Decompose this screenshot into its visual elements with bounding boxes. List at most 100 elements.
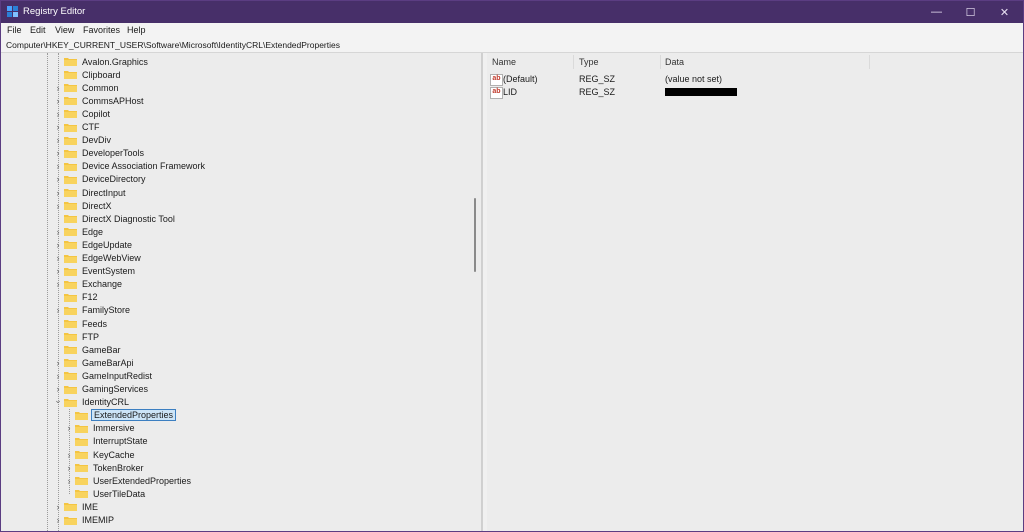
tree-node[interactable]: › Device Association Framework (53, 160, 207, 173)
expand-chevron-icon[interactable]: › (53, 384, 63, 394)
column-separator[interactable] (869, 55, 870, 69)
menu-favorites[interactable]: Favorites (83, 25, 120, 35)
expand-chevron-icon[interactable]: › (53, 109, 63, 119)
tree-node[interactable]: › DeveloperTools (53, 147, 146, 160)
tree-node[interactable]: › Common (53, 81, 121, 94)
menu-help[interactable]: Help (127, 25, 146, 35)
tree-node-label: DeveloperTools (82, 148, 145, 159)
folder-icon (64, 202, 77, 211)
expand-chevron-icon[interactable]: › (53, 188, 63, 198)
tree-node[interactable]: › KeyCache (64, 448, 137, 461)
menu-file[interactable]: File (7, 25, 22, 35)
values-pane[interactable]: Name Type Data ab (Default) REG_SZ (valu… (487, 53, 1023, 531)
tree-node[interactable]: › Exchange (53, 278, 124, 291)
tree-node-label: IMEMIP (82, 515, 115, 525)
value-row[interactable]: ab (Default) REG_SZ (value not set) (487, 73, 1023, 86)
tree-node-label: DeviceDirectory (82, 174, 146, 185)
tree-node-label: GameBarApi (82, 357, 134, 368)
tree-node[interactable]: Clipboard (53, 68, 123, 81)
tree-node[interactable]: ExtendedProperties (64, 409, 177, 422)
tree-node[interactable]: › DeviceDirectory (53, 173, 148, 186)
tree-node[interactable]: InterruptState (64, 435, 150, 448)
tree-node[interactable]: › EdgeWebView (53, 252, 143, 265)
column-header-data[interactable]: Data (665, 57, 684, 67)
tree-node[interactable]: › Edge (53, 225, 105, 238)
expand-chevron-icon[interactable]: › (53, 174, 63, 184)
tree-node[interactable]: › GamingServices (53, 383, 150, 396)
address-bar[interactable]: Computer\HKEY_CURRENT_USER\Software\Micr… (1, 38, 1023, 53)
tree-node[interactable]: DirectX Diagnostic Tool (53, 212, 177, 225)
tree-node[interactable]: GameBar (53, 343, 123, 356)
tree-node[interactable]: › CTF (53, 121, 102, 134)
expand-chevron-icon[interactable]: › (53, 358, 63, 368)
folder-icon (75, 451, 88, 459)
expand-chevron-icon[interactable]: › (64, 463, 74, 473)
expand-chevron-icon[interactable]: › (53, 161, 63, 171)
expand-chevron-icon[interactable]: › (64, 476, 74, 486)
tree-node[interactable]: FTP (53, 330, 101, 343)
tree-node[interactable]: › GameInputRedist (53, 369, 154, 382)
tree-node[interactable]: › FamilyStore (53, 304, 132, 317)
tree-node[interactable]: › DevDiv (53, 134, 113, 147)
value-name: LID (503, 87, 518, 97)
tree-node[interactable]: Feeds (53, 317, 109, 330)
tree-node[interactable]: › CommsAPHost (53, 94, 146, 107)
menu-edit[interactable]: Edit (30, 25, 46, 35)
maximize-button[interactable]: ☐ (954, 1, 987, 23)
expand-chevron-icon[interactable]: › (53, 96, 63, 106)
column-header-name[interactable]: Name (492, 57, 516, 67)
column-separator[interactable] (660, 55, 661, 69)
expand-chevron-icon[interactable]: › (53, 227, 63, 237)
tree-node[interactable]: › DirectX (53, 199, 114, 212)
tree-node[interactable]: › IME (53, 500, 100, 513)
expand-chevron-icon[interactable]: › (53, 502, 63, 512)
tree-node-label: TokenBroker (93, 462, 144, 473)
expand-chevron-icon[interactable]: › (53, 253, 63, 263)
expand-chevron-icon[interactable]: › (53, 83, 63, 93)
tree-node-label: DevDiv (82, 135, 112, 146)
expand-chevron-icon[interactable]: › (53, 148, 63, 158)
close-button[interactable]: ✕ (988, 1, 1021, 23)
tree-node[interactable]: Avalon.Graphics (53, 55, 150, 68)
tree-node[interactable]: › TokenBroker (64, 461, 146, 474)
expand-chevron-icon[interactable]: › (64, 450, 74, 460)
value-row[interactable]: ab LID REG_SZ (487, 86, 1023, 99)
title-bar[interactable]: Registry Editor — ☐ ✕ (1, 1, 1023, 23)
tree-node[interactable]: › Copilot (53, 107, 112, 120)
column-header-type[interactable]: Type (579, 57, 599, 67)
expand-chevron-icon[interactable]: › (53, 240, 63, 250)
folder-icon (64, 189, 77, 197)
tree-node[interactable]: › EdgeUpdate (53, 238, 134, 251)
folder-icon (64, 320, 77, 328)
address-path[interactable]: Computer\HKEY_CURRENT_USER\Software\Micr… (6, 40, 340, 50)
expand-chevron-icon[interactable]: › (53, 279, 63, 289)
expand-chevron-icon[interactable]: › (53, 266, 63, 276)
column-separator[interactable] (573, 55, 574, 69)
tree-node[interactable]: ⌄ IdentityCRL (53, 395, 131, 409)
redacted-data (665, 88, 737, 96)
tree-node[interactable]: › IMEMIP (53, 514, 116, 527)
expand-chevron-icon[interactable]: › (64, 423, 74, 433)
tree-node-label: IME (82, 501, 99, 512)
expand-chevron-icon[interactable]: › (53, 305, 63, 315)
tree-node[interactable]: › GameBarApi (53, 356, 136, 369)
expand-chevron-icon[interactable]: › (53, 201, 63, 211)
expand-chevron-icon[interactable]: › (53, 122, 63, 132)
expand-chevron-icon[interactable]: › (53, 371, 63, 381)
tree-node-label: FTP (82, 331, 99, 342)
tree-node[interactable]: › Immersive (64, 422, 137, 435)
tree-node[interactable]: UserTileData (64, 487, 147, 500)
registry-editor-icon (7, 6, 18, 17)
key-tree-pane[interactable]: Avalon.Graphics Clipboard › Common › CommsAPH… (1, 53, 482, 531)
tree-node[interactable]: › DirectInput (53, 186, 128, 199)
tree-node[interactable]: F12 (53, 291, 100, 304)
menu-view[interactable]: View (55, 25, 74, 35)
expand-chevron-icon[interactable]: › (53, 515, 63, 525)
tree-scrollbar[interactable] (474, 198, 476, 272)
minimize-button[interactable]: — (920, 1, 953, 23)
collapse-chevron-icon[interactable]: ⌄ (53, 395, 63, 406)
tree-node[interactable]: › UserExtendedProperties (64, 474, 193, 487)
tree-node[interactable]: › EventSystem (53, 265, 137, 278)
expand-chevron-icon[interactable]: › (53, 135, 63, 145)
tree-node-label: UserTileData (93, 488, 146, 499)
